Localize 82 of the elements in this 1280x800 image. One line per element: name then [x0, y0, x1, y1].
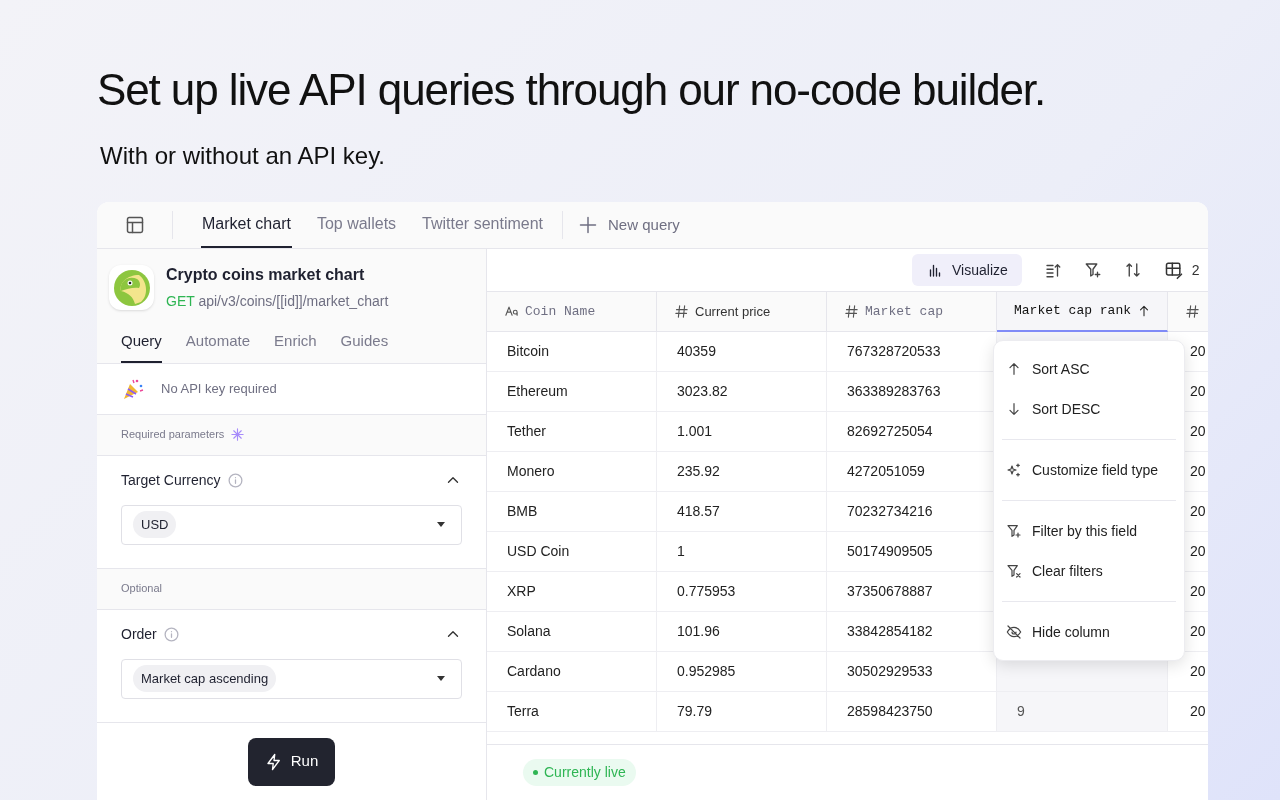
- sparkle-icon: [230, 427, 246, 442]
- section-label: Optional: [121, 581, 162, 597]
- arrow-up-icon: [1006, 361, 1022, 377]
- panel-tab[interactable]: Guides: [340, 330, 389, 363]
- menu-item[interactable]: Filter by this field: [998, 511, 1180, 551]
- lizard-logo-icon: [112, 268, 151, 307]
- table-cell: 9: [997, 692, 1168, 732]
- filter-button[interactable]: [1083, 261, 1102, 279]
- menu-item[interactable]: Hide column: [998, 612, 1180, 652]
- table-cell: 418.57: [657, 492, 827, 532]
- caret-down-icon: [437, 676, 445, 681]
- parameter-label: Target Currency: [121, 470, 221, 490]
- filter-plus-icon: [1083, 261, 1102, 279]
- arrow-down-icon: [1006, 401, 1022, 417]
- menu-item[interactable]: Clear filters: [998, 551, 1180, 591]
- sort-lines-icon: [1043, 261, 1062, 279]
- filter-plus-icon: [1006, 523, 1022, 539]
- section-label: Required parameters: [121, 427, 225, 443]
- hash-icon: [1185, 304, 1200, 319]
- visualize-button[interactable]: Visualize: [912, 254, 1022, 286]
- info-icon: [162, 625, 180, 643]
- up-down-arrows-icon: [1123, 261, 1142, 279]
- table-cell: 3023.82: [657, 372, 827, 412]
- table-cell: 0.775953: [657, 572, 827, 612]
- column-header[interactable]: Current price: [657, 292, 827, 332]
- live-status-badge: Currently live: [523, 759, 636, 786]
- sort-button[interactable]: [1043, 261, 1062, 279]
- menu-item[interactable]: Sort ASC: [998, 349, 1180, 389]
- endpoint-title: Crypto coins market chart: [166, 265, 366, 285]
- subheadline: With or without an API key.: [100, 144, 386, 168]
- table-cell: 79.79: [657, 692, 827, 732]
- table-cell: Bitcoin: [487, 332, 657, 372]
- menu-item[interactable]: Sort DESC: [998, 389, 1180, 429]
- top-tab[interactable]: Twitter sentiment: [421, 202, 544, 248]
- table-cell: XRP: [487, 572, 657, 612]
- api-key-note: No API key required: [161, 379, 277, 398]
- lightning-icon: [264, 752, 283, 771]
- table-cell: 101.96: [657, 612, 827, 652]
- info-icon: [226, 471, 244, 489]
- select-field[interactable]: Market cap ascending: [121, 658, 462, 699]
- order-button[interactable]: [1123, 261, 1142, 279]
- value-chip: Market cap ascending: [133, 664, 277, 693]
- top-tab[interactable]: Top wallets: [315, 202, 398, 248]
- panel-tab[interactable]: Query: [121, 330, 162, 363]
- menu-item[interactable]: Customize field type: [998, 450, 1180, 490]
- table-cell: USD Coin: [487, 532, 657, 572]
- column-header[interactable]: Market cap rank: [997, 292, 1168, 332]
- table-cell: Terra: [487, 692, 657, 732]
- table-cell: Ethereum: [487, 372, 657, 412]
- table-edit-icon: [1163, 260, 1184, 280]
- select-field[interactable]: USD: [121, 504, 462, 545]
- table-cell: 235.92: [657, 452, 827, 492]
- caret-down-icon: [437, 522, 445, 527]
- table-cell: 20: [1168, 692, 1208, 732]
- panel-tab[interactable]: Automate: [185, 330, 251, 363]
- table-cell: 40359: [657, 332, 827, 372]
- table-cell: Cardano: [487, 652, 657, 692]
- table-cell: Monero: [487, 452, 657, 492]
- hidden-fields-button[interactable]: 2: [1163, 259, 1200, 281]
- panel-tab[interactable]: Enrich: [274, 330, 317, 363]
- headline: Set up live API queries through our no-code builder.: [97, 68, 1047, 112]
- value-chip: USD: [133, 510, 177, 539]
- column-header[interactable]: Coin Name: [487, 292, 657, 332]
- run-button[interactable]: Run: [247, 737, 336, 786]
- table-cell: BMB: [487, 492, 657, 532]
- text-type-icon: [504, 304, 519, 319]
- sparkles-icon: [1006, 462, 1022, 478]
- layout-icon: [124, 215, 145, 235]
- table-cell: 1: [657, 532, 827, 572]
- table-cell: Tether: [487, 412, 657, 452]
- filter-x-icon: [1006, 563, 1022, 579]
- table-cell: 0.952985: [657, 652, 827, 692]
- column-header[interactable]: Market cap: [827, 292, 997, 332]
- parameter-label: Order: [121, 624, 157, 644]
- table-cell: 1.001: [657, 412, 827, 452]
- plus-icon: [578, 215, 598, 235]
- hash-icon: [844, 304, 859, 319]
- table-cell: Solana: [487, 612, 657, 652]
- eye-off-icon: [1006, 624, 1022, 640]
- new-query-button[interactable]: New query: [562, 211, 680, 239]
- hash-icon: [674, 304, 689, 319]
- endpoint-path: GET api/v3/coins/[[id]]/market_chart: [166, 292, 389, 311]
